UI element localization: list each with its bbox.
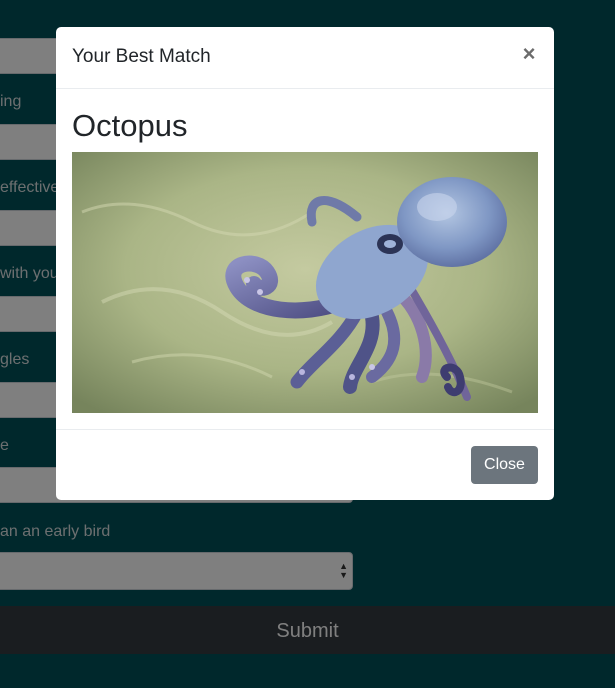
octopus-image: [72, 152, 538, 413]
modal-header: Your Best Match ×: [56, 27, 554, 89]
close-icon[interactable]: ×: [520, 43, 538, 65]
animal-name: Octopus: [72, 108, 188, 143]
modal-footer: Close: [56, 430, 554, 500]
modal-title: Your Best Match: [72, 46, 211, 67]
close-button[interactable]: Close: [471, 446, 538, 484]
best-match-modal: Your Best Match × Octopus Close: [56, 27, 554, 500]
modal-body: Octopus: [56, 89, 554, 430]
